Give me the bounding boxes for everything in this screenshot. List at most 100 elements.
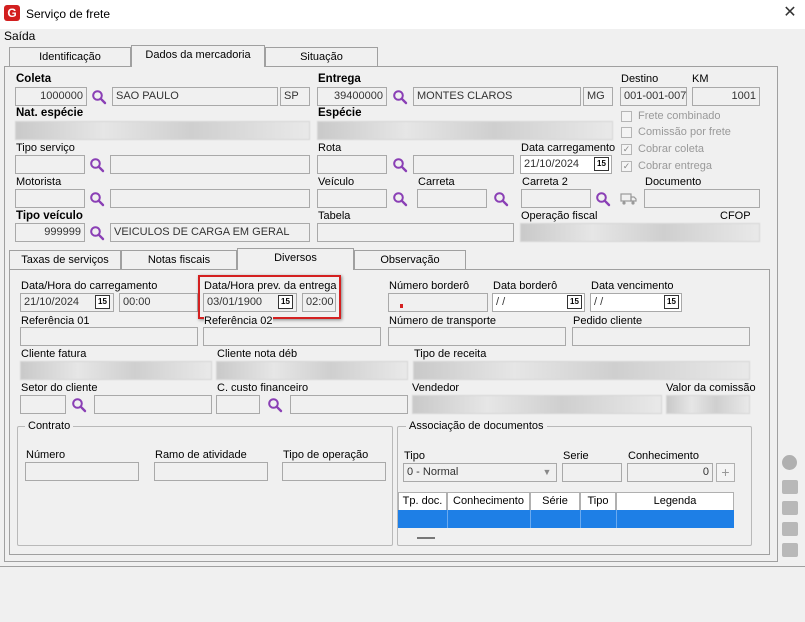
contrato-numero-field[interactable] (25, 462, 139, 481)
grid-selected-row[interactable] (398, 510, 734, 528)
carreta-search-icon[interactable] (493, 191, 509, 207)
tabela-field[interactable] (317, 223, 514, 242)
grid-header-legenda[interactable]: Legenda (616, 492, 734, 511)
documento-field[interactable] (644, 189, 760, 208)
cobrar-coleta-checkbox[interactable]: ✓ (621, 144, 632, 155)
entrega-label: Entrega (318, 73, 361, 85)
data-vencimento-calendar-icon[interactable]: 15 (664, 295, 679, 309)
tipo-servico-label: Tipo serviço (16, 142, 75, 154)
associacao-group (397, 426, 752, 546)
tipo-veiculo-label: Tipo veículo (16, 210, 83, 222)
tipo-veiculo-desc-field[interactable]: VEICULOS DE CARGA EM GERAL (110, 223, 310, 242)
setor-cliente-search-icon[interactable] (71, 397, 87, 413)
data-carregamento-calendar-icon[interactable]: 15 (594, 157, 609, 171)
rota-code-field[interactable] (317, 155, 387, 174)
cobrar-entrega-checkbox[interactable]: ✓ (621, 161, 632, 172)
nat-especie-field[interactable] (15, 121, 310, 140)
hand-left-icon[interactable] (782, 501, 798, 515)
data-prev-entrega-calendar-icon[interactable]: 15 (278, 295, 293, 309)
grid-header-conhecimento[interactable]: Conhecimento (447, 492, 530, 511)
tab-identificacao[interactable]: Identificação (9, 47, 131, 67)
grid-divider (530, 510, 531, 528)
tipo-servico-search-icon[interactable] (89, 157, 105, 173)
menu-saida[interactable]: Saída (4, 29, 35, 43)
c-custo-desc-field[interactable] (290, 395, 408, 414)
destino-field[interactable]: 001-001-007 (620, 87, 687, 106)
cfop-label: CFOP (720, 210, 751, 222)
grid-header-serie[interactable]: Série (530, 492, 580, 511)
entrega-uf-field[interactable]: MG (583, 87, 613, 106)
frete-combinado-checkbox[interactable] (621, 111, 632, 122)
conhecimento-field[interactable]: 0 (627, 463, 713, 482)
ramo-atividade-field[interactable] (154, 462, 268, 481)
close-icon[interactable]: ✕ (780, 3, 800, 23)
especie-field[interactable] (317, 121, 613, 140)
tab-dados-mercadoria[interactable]: Dados da mercadoria (131, 45, 265, 67)
truck-icon[interactable] (620, 192, 638, 206)
comissao-frete-checkbox[interactable] (621, 127, 632, 138)
cliente-fatura-field[interactable] (20, 361, 212, 380)
hora-prev-entrega-field[interactable]: 02:00 (302, 293, 336, 312)
truck-side-icon[interactable] (782, 522, 798, 536)
tipo-servico-desc-field[interactable] (110, 155, 310, 174)
rota-desc-field[interactable] (413, 155, 514, 174)
numero-transporte-field[interactable] (388, 327, 566, 346)
rota-search-icon[interactable] (392, 157, 408, 173)
add-document-button[interactable]: + (716, 463, 735, 482)
carreta-field[interactable] (417, 189, 487, 208)
entrega-city-field[interactable]: MONTES CLAROS (413, 87, 581, 106)
referencia01-field[interactable] (20, 327, 198, 346)
coleta-city-field[interactable]: SAO PAULO (112, 87, 278, 106)
grid-header-tipo[interactable]: Tipo (580, 492, 616, 511)
grid-header-tp-doc[interactable]: Tp. doc. (398, 492, 447, 511)
pedido-cliente-field[interactable] (572, 327, 750, 346)
hora-carregamento-field[interactable]: 00:00 (119, 293, 198, 312)
tab-observacao[interactable]: Observação (354, 250, 466, 270)
cliente-nota-deb-field[interactable] (216, 361, 408, 380)
referencia02-field[interactable] (203, 327, 381, 346)
tab-situacao[interactable]: Situação (265, 47, 378, 67)
valor-comissao-field[interactable] (666, 395, 750, 414)
coleta-search-icon[interactable] (91, 89, 107, 105)
carreta2-search-icon[interactable] (595, 191, 611, 207)
coleta-uf-field[interactable]: SP (280, 87, 310, 106)
carreta2-field[interactable] (521, 189, 591, 208)
chevron-down-icon[interactable]: ▼ (541, 467, 553, 478)
veiculo-search-icon[interactable] (392, 191, 408, 207)
hand-point-icon[interactable] (782, 480, 798, 494)
entrega-code-field[interactable]: 39400000 (317, 87, 387, 106)
serie-field[interactable] (562, 463, 622, 482)
motorista-desc-field[interactable] (110, 189, 310, 208)
data-hora-prev-entrega-label: Data/Hora prev. da entrega (204, 280, 337, 292)
numero-bordero-field[interactable] (388, 293, 488, 312)
tab-notas-fiscais[interactable]: Notas fiscais (121, 250, 237, 270)
setor-cliente-code-field[interactable] (20, 395, 66, 414)
tipo-operacao-field[interactable] (282, 462, 386, 481)
veiculo-field[interactable] (317, 189, 387, 208)
motorista-code-field[interactable] (15, 189, 85, 208)
tipo-veiculo-code-field[interactable]: 999999 (15, 223, 85, 242)
ramo-atividade-label: Ramo de atividade (155, 449, 247, 461)
c-custo-code-field[interactable] (216, 395, 260, 414)
tipo-servico-code-field[interactable] (15, 155, 85, 174)
tipo-receita-field[interactable] (413, 361, 750, 380)
coleta-code-field[interactable]: 1000000 (15, 87, 87, 106)
tipo-veiculo-search-icon[interactable] (89, 225, 105, 241)
data-bordero-calendar-icon[interactable]: 15 (567, 295, 582, 309)
c-custo-search-icon[interactable] (267, 397, 283, 413)
tab-taxas-servicos[interactable]: Taxas de serviços (9, 250, 121, 270)
tab-diversos[interactable]: Diversos (237, 248, 354, 270)
data-carregamento-date-calendar-icon[interactable]: 15 (95, 295, 110, 309)
entrega-search-icon[interactable] (392, 89, 408, 105)
vendedor-field[interactable] (412, 395, 662, 414)
associacao-title: Associação de documentos (406, 420, 547, 432)
title-bar (0, 0, 805, 29)
setor-cliente-desc-field[interactable] (94, 395, 212, 414)
handshake-icon[interactable] (782, 543, 798, 557)
circle-icon[interactable] (782, 455, 797, 470)
associacao-tipo-select[interactable]: 0 - Normal (403, 463, 557, 482)
grid-scroll-indicator[interactable] (417, 537, 435, 539)
km-field[interactable]: 1001 (692, 87, 760, 106)
operacao-fiscal-field[interactable] (520, 223, 760, 242)
motorista-search-icon[interactable] (89, 191, 105, 207)
